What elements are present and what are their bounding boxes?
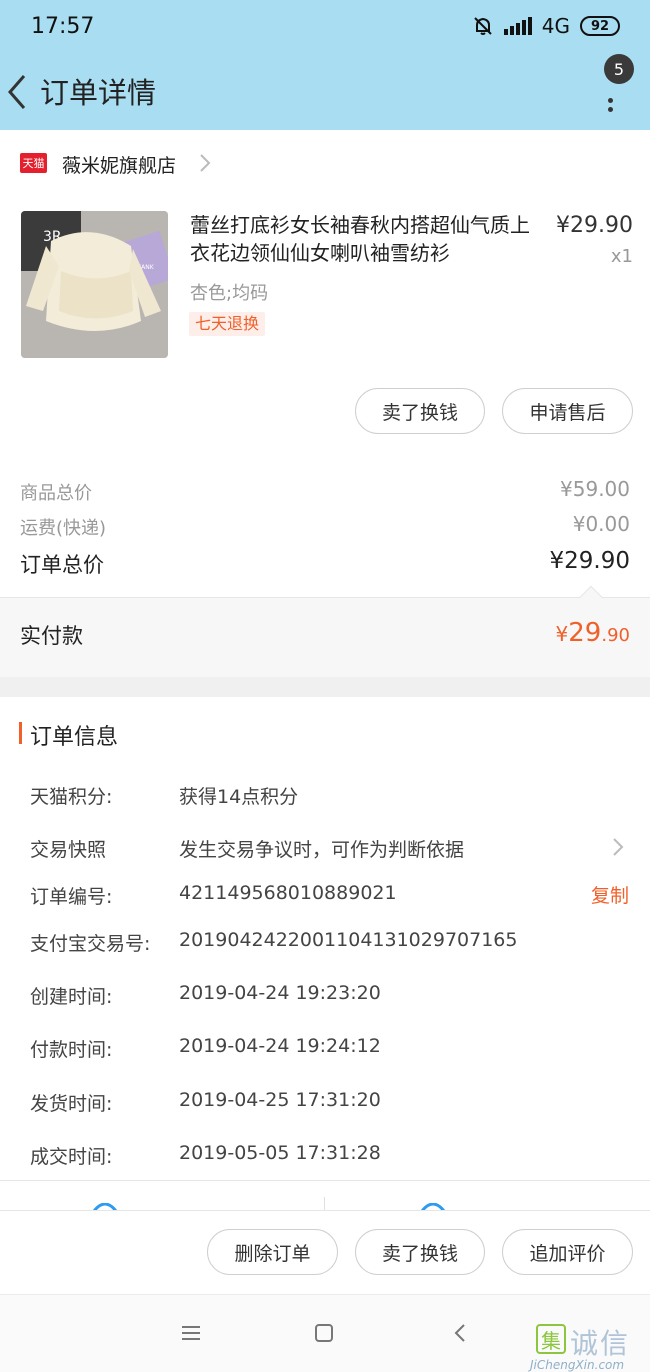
paid-label: 实付款 [20, 624, 83, 648]
message-badge[interactable]: 5 [604, 54, 634, 84]
created-time-label: 创建时间: [30, 986, 113, 1008]
page-title: 订单详情 [40, 76, 157, 110]
copy-order-number-button[interactable]: 复制 [591, 881, 629, 908]
watermark-logo: 集 [536, 1324, 566, 1354]
created-time-value: 2019-04-24 19:23:20 [179, 982, 381, 1004]
after-sale-button[interactable]: 申请售后 [502, 388, 633, 434]
back-icon[interactable] [447, 1319, 475, 1347]
paid-integer: 29 [568, 618, 602, 648]
shop-name[interactable]: 薇米妮旗舰店 [62, 151, 176, 178]
status-time: 17:57 [31, 14, 95, 39]
goods-total-label: 商品总价 [20, 483, 92, 504]
alipay-trade-label: 支付宝交易号: [30, 933, 151, 955]
shipping-value: ¥0.00 [572, 512, 630, 536]
contact-tab-strip [0, 1180, 650, 1211]
add-review-button[interactable]: 追加评价 [502, 1229, 633, 1275]
section-accent-bar [19, 722, 22, 744]
alipay-trade-value: 2019042422001104131029707165 [179, 929, 518, 951]
product-quantity: x1 [610, 246, 633, 267]
battery-icon: 92 [580, 16, 620, 36]
shop-row[interactable]: 天猫 薇米妮旗舰店 [0, 130, 650, 196]
sell-for-cash-button[interactable]: 卖了换钱 [355, 388, 485, 434]
tab-divider [324, 1197, 325, 1211]
paid-decimal: .90 [601, 625, 630, 646]
product-price: ¥29.90 [556, 213, 633, 238]
sell-for-cash-button[interactable]: 卖了换钱 [355, 1229, 485, 1275]
order-total-label: 订单总价 [20, 553, 104, 577]
mute-bell-icon [474, 17, 492, 35]
watermark: 集 诚信 JiChengXin.com [530, 1322, 650, 1372]
more-dot-icon [608, 98, 613, 103]
shipped-time-value: 2019-04-25 17:31:20 [179, 1089, 381, 1111]
completed-time-value: 2019-05-05 17:31:28 [179, 1142, 381, 1164]
return-policy-tag: 七天退换 [189, 312, 266, 336]
battery-level: 92 [590, 18, 610, 34]
section-divider [0, 677, 650, 697]
order-number-value: 421149568010889021 [179, 882, 397, 904]
product-image[interactable]: 3R THANK [21, 211, 168, 358]
network-type: 4G [541, 14, 570, 38]
status-icons: 4G 92 [472, 14, 620, 38]
points-value: 获得14点积分 [179, 786, 299, 808]
order-number-label: 订单编号: [30, 886, 113, 908]
home-icon[interactable] [310, 1319, 338, 1347]
watermark-text: 诚信 [570, 1327, 631, 1360]
menu-icon[interactable] [177, 1319, 205, 1347]
product-title[interactable]: 蕾丝打底衫女长袖春秋内搭超仙气质上衣花边领仙仙女喇叭袖雪纺衫 [190, 211, 540, 267]
more-dot-icon [608, 107, 613, 112]
snapshot-value[interactable]: 发生交易争议时，可作为判断依据 [179, 835, 464, 862]
paid-time-label: 付款时间: [30, 1039, 113, 1061]
goods-total-value: ¥59.00 [560, 477, 630, 501]
paid-amount: ¥29.90 [556, 618, 630, 648]
back-arrow-icon[interactable] [4, 70, 36, 114]
snapshot-label[interactable]: 交易快照 [30, 835, 106, 862]
completed-time-label: 成交时间: [30, 1146, 113, 1168]
chevron-right-icon [200, 154, 211, 172]
watermark-url: JiChengXin.com [530, 1358, 625, 1372]
order-info-title: 订单信息 [30, 725, 119, 750]
product-sku: 杏色;均码 [190, 283, 269, 304]
signal-icon [503, 17, 532, 35]
paid-currency: ¥ [555, 622, 569, 646]
chevron-right-icon[interactable] [611, 836, 625, 858]
shipping-label: 运费(快递) [20, 518, 107, 539]
status-bar: 17:57 4G 92 [0, 0, 650, 56]
points-label: 天猫积分: [30, 786, 113, 808]
nav-bar: 订单详情 [0, 56, 650, 130]
tmall-logo: 天猫 [20, 153, 47, 173]
paid-amount-box: 实付款 ¥29.90 [0, 585, 650, 677]
paid-box-notch [579, 585, 603, 609]
product-photo-illustration: 3R THANK [21, 211, 168, 358]
order-total-value: ¥29.90 [549, 548, 630, 574]
shipped-time-label: 发货时间: [30, 1093, 113, 1115]
delete-order-button[interactable]: 删除订单 [207, 1229, 338, 1275]
paid-time-value: 2019-04-24 19:24:12 [179, 1035, 381, 1057]
bottom-action-bar: 删除订单 卖了换钱 追加评价 [0, 1210, 650, 1294]
